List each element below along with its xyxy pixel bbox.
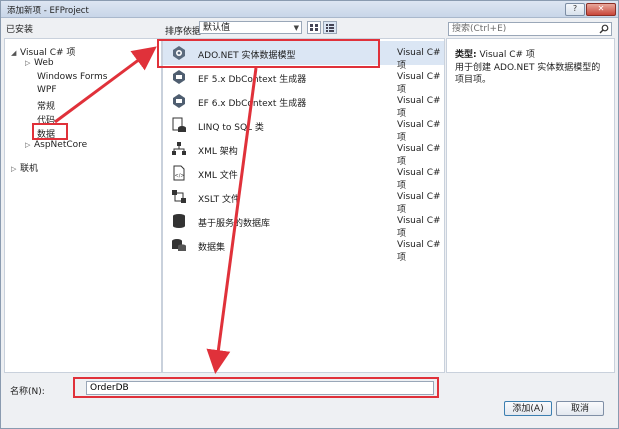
cancel-button[interactable]: 取消 [556, 401, 604, 416]
database-icon [173, 214, 185, 228]
svg-text:</>: </> [175, 173, 185, 179]
template-row[interactable]: XML 架构 Visual C# 项 [163, 137, 444, 167]
template-name: XSLT 文件 [198, 195, 241, 205]
tree-item-visual-csharp[interactable]: ◢ Visual C# 项 [11, 45, 75, 58]
name-label: 名称(N): [10, 387, 45, 397]
dataset-icon [172, 239, 186, 251]
template-row[interactable]: XSLT 文件 Visual C# 项 [163, 185, 444, 215]
template-row[interactable]: EF 5.x DbContext 生成器 Visual C# 项 [163, 65, 444, 95]
template-row[interactable]: LINQ to SQL 类 Visual C# 项 [163, 113, 444, 143]
xml-file-icon: </> [173, 165, 185, 181]
tree-item-wpf[interactable]: WPF [37, 85, 57, 95]
template-name: XML 文件 [198, 171, 238, 181]
template-row[interactable]: </> XML 文件 Visual C# 项 [163, 161, 444, 191]
xml-schema-icon [172, 142, 186, 155]
search-placeholder: 搜索(Ctrl+E) [452, 24, 507, 34]
xslt-file-icon [172, 190, 186, 203]
data-highlight-box [32, 123, 68, 140]
search-icon [599, 24, 609, 34]
template-name: 数据集 [198, 243, 226, 253]
title-bar: 添加新项 - EFProject ? ✕ [1, 1, 618, 18]
linq-sql-icon [172, 117, 186, 132]
template-description: 用于创建 ADO.NET 实体数据模型的项目项。 [455, 63, 601, 85]
help-button[interactable]: ? [565, 3, 585, 16]
collapsed-arrow-icon: ▷ [11, 165, 17, 173]
template-tree: ◢ Visual C# 项 ▷ Web Windows Forms WPF 常规 代… [4, 38, 162, 373]
installed-heading: 已安装 [6, 25, 34, 35]
template-name: EF 5.x DbContext 生成器 [198, 75, 307, 85]
tree-item-general[interactable]: 常规 [37, 99, 55, 112]
window-title: 添加新项 - EFProject [7, 6, 89, 16]
template-row[interactable]: EF 6.x DbContext 生成器 Visual C# 项 [163, 89, 444, 119]
template-row[interactable]: 基于服务的数据库 Visual C# 项 [163, 209, 444, 239]
close-button[interactable]: ✕ [586, 3, 616, 16]
tree-item-online[interactable]: ▷ 联机 [11, 161, 38, 174]
add-button[interactable]: 添加(A) [504, 401, 552, 416]
grid-view-icon [310, 24, 318, 31]
collapsed-arrow-icon: ▷ [25, 141, 31, 149]
sort-dropdown[interactable]: 默认值 ▼ [199, 21, 302, 34]
template-type: 类型: Visual C# 项 [455, 50, 535, 60]
tree-item-web[interactable]: ▷ Web [25, 58, 54, 68]
template-list: ADO.NET 实体数据模型 Visual C# 项 EF 5.x DbCont… [157, 38, 445, 373]
template-name: 基于服务的数据库 [198, 219, 271, 229]
template-language: Visual C# 项 [397, 240, 441, 263]
chevron-down-icon: ▼ [293, 24, 299, 32]
name-highlight-box [73, 377, 439, 398]
dbcontext-generator-icon [173, 70, 185, 84]
list-view-icon [326, 24, 334, 32]
expanded-arrow-icon: ◢ [11, 49, 17, 57]
tree-item-windows-forms[interactable]: Windows Forms [37, 72, 107, 82]
template-detail-panel: 类型: Visual C# 项 用于创建 ADO.NET 实体数据模型的项目项。 [446, 38, 615, 373]
template-name: XML 架构 [198, 147, 238, 157]
search-input[interactable]: 搜索(Ctrl+E) [448, 22, 612, 36]
grid-view-button[interactable] [307, 21, 321, 34]
template-name: LINQ to SQL 类 [198, 123, 264, 133]
sort-value: 默认值 [203, 23, 231, 33]
template-name: EF 6.x DbContext 生成器 [198, 99, 307, 109]
template-row[interactable]: 数据集 Visual C# 项 [163, 233, 444, 263]
list-view-button[interactable] [323, 21, 337, 34]
collapsed-arrow-icon: ▷ [25, 59, 31, 67]
tree-item-aspnetcore[interactable]: ▷ AspNetCore [25, 140, 87, 150]
dbcontext-generator-icon [173, 94, 185, 108]
selected-template-highlight-box [157, 39, 380, 68]
